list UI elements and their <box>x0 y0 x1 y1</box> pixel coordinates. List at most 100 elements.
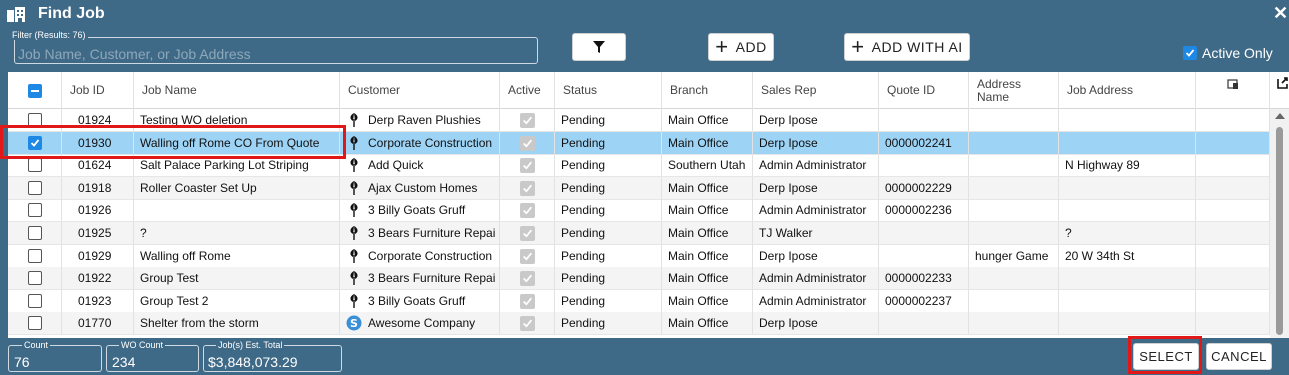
cell-quote-id <box>879 109 969 131</box>
table-row[interactable]: 01930 Walling off Rome CO From Quote Corpo… <box>8 132 1270 155</box>
leaf-logo-icon <box>346 248 362 264</box>
column-header-customer[interactable]: Customer <box>340 72 500 109</box>
select-all-checkbox[interactable] <box>27 83 42 98</box>
table-row[interactable]: 01624 Salt Palace Parking Lot Striping Add… <box>8 154 1270 177</box>
cell-row-select <box>8 154 62 176</box>
plus-icon: + <box>851 34 865 59</box>
row-checkbox[interactable] <box>27 203 42 217</box>
cell-job-id: 01925 <box>62 222 134 244</box>
cell-job-address <box>1059 132 1196 154</box>
row-checkbox[interactable] <box>27 226 42 240</box>
cell-job-id: 01924 <box>62 109 134 131</box>
row-checkbox[interactable] <box>27 181 42 195</box>
cell-job-id: 01923 <box>62 290 134 312</box>
table-row[interactable]: 01925? 3 Bears Furniture Repai Pending Main… <box>8 222 1270 245</box>
column-header-address-name[interactable]: Address Name <box>969 72 1059 109</box>
row-checkbox[interactable] <box>27 113 42 127</box>
cell-status: Pending <box>555 312 662 334</box>
table-row[interactable]: 01923 Group Test 2 3 Billy Goats Gruff Pend… <box>8 290 1270 313</box>
est-total-value: $3,848,073.29 <box>208 354 298 370</box>
row-checkbox[interactable] <box>27 271 42 285</box>
cell-address-name <box>969 267 1059 289</box>
cell-branch: Main Office <box>662 109 753 131</box>
filter-input[interactable] <box>18 45 528 63</box>
cell-sales-rep: TJ Walker <box>753 222 879 244</box>
customer-name: 3 Billy Goats Gruff <box>368 203 466 217</box>
column-header-active[interactable]: Active <box>500 72 555 109</box>
table-row[interactable]: 01770 Shelter from the storm S Awesome Comp… <box>8 312 1270 335</box>
checkmark-icon <box>522 229 532 238</box>
cell-job-address <box>1059 109 1196 131</box>
column-header-branch[interactable]: Branch <box>662 72 753 109</box>
column-header-sales-rep[interactable]: Sales Rep <box>753 72 879 109</box>
cell-job-id: 01930 <box>62 132 134 154</box>
cell-job-id: 01918 <box>62 177 134 199</box>
scroll-up-arrow-icon[interactable] <box>1275 113 1285 119</box>
cell-quote-id: 0000002241 <box>879 132 969 154</box>
table-row[interactable]: 01918 Roller Coaster Set Up Ajax Custom Ho… <box>8 177 1270 200</box>
table-row[interactable]: 01924 Testing WO deletion Derp Raven Plush… <box>8 109 1270 132</box>
building-icon <box>7 7 25 22</box>
cell-branch: Southern Utah <box>662 154 753 176</box>
active-only-toggle[interactable]: Active Only <box>1183 45 1273 61</box>
cell-job-name: Roller Coaster Set Up <box>134 177 340 199</box>
checkmark-icon <box>522 139 532 148</box>
cell-quote-id <box>879 312 969 334</box>
funnel-icon <box>593 41 605 53</box>
cell-active <box>500 267 555 289</box>
scrollbar-thumb[interactable] <box>1276 127 1283 335</box>
vertical-scrollbar[interactable] <box>1270 109 1289 338</box>
cell-address-name <box>969 312 1059 334</box>
cell-job-address <box>1059 199 1196 221</box>
select-button[interactable]: SELECT <box>1133 343 1199 370</box>
cell-job-address <box>1059 290 1196 312</box>
row-checkbox[interactable] <box>27 136 42 150</box>
cell-job-id: 01929 <box>62 245 134 267</box>
customer-name: Ajax Custom Homes <box>368 181 478 195</box>
cell-job-id: 01922 <box>62 267 134 289</box>
active-checkbox-disabled <box>519 135 535 151</box>
active-only-checkbox[interactable] <box>1183 46 1197 60</box>
cell-customer: 3 Bears Furniture Repai <box>340 267 500 289</box>
leaf-logo-icon <box>346 293 362 309</box>
row-checkbox[interactable] <box>27 249 42 263</box>
active-checkbox-disabled <box>519 248 535 264</box>
table-row[interactable]: 01929 Walling off Rome Corporate Construct… <box>8 245 1270 268</box>
add-with-ai-button[interactable]: + ADD WITH AI <box>844 33 970 61</box>
cell-job-name: ? <box>134 222 340 244</box>
add-button[interactable]: + ADD <box>708 33 774 61</box>
cell-status: Pending <box>555 267 662 289</box>
leaf-logo-icon <box>346 112 362 128</box>
cell-customer: 3 Bears Furniture Repai <box>340 222 500 244</box>
cell-filler <box>1196 177 1270 199</box>
cell-job-name: Testing WO deletion <box>134 109 340 131</box>
cell-status: Pending <box>555 222 662 244</box>
cancel-button[interactable]: CANCEL <box>1206 343 1272 370</box>
column-header-job-id[interactable]: Job ID <box>62 72 134 109</box>
row-checkbox[interactable] <box>27 158 42 172</box>
column-header-job-name[interactable]: Job Name <box>134 72 340 109</box>
cell-status: Pending <box>555 199 662 221</box>
table-row[interactable]: 01926 3 Billy Goats Gruff Pending Main Offi… <box>8 199 1270 222</box>
cell-address-name <box>969 109 1059 131</box>
cell-filler <box>1196 312 1270 334</box>
checkmark-icon <box>522 184 532 193</box>
column-header-quote-id[interactable]: Quote ID <box>879 72 969 109</box>
row-checkbox[interactable] <box>27 316 42 330</box>
export-icon[interactable] <box>1276 76 1289 90</box>
row-checkbox[interactable] <box>27 294 42 308</box>
column-header-status[interactable]: Status <box>555 72 662 109</box>
cell-filler <box>1196 154 1270 176</box>
column-chooser-icon[interactable] <box>1226 78 1239 90</box>
cell-active <box>500 290 555 312</box>
filter-legend: Filter (Results: 76) <box>10 30 88 40</box>
filter-button[interactable] <box>572 33 626 61</box>
cell-filler <box>1196 245 1270 267</box>
customer-name: Add Quick <box>368 158 424 172</box>
table-row[interactable]: 01922 Group Test 3 Bears Furniture Repai Pe… <box>8 267 1270 290</box>
customer-name: Derp Raven Plushies <box>368 113 481 127</box>
active-checkbox-disabled <box>519 225 535 241</box>
column-header-job-address[interactable]: Job Address <box>1059 72 1196 109</box>
cell-active <box>500 245 555 267</box>
close-icon[interactable]: ✕ <box>1273 2 1289 24</box>
